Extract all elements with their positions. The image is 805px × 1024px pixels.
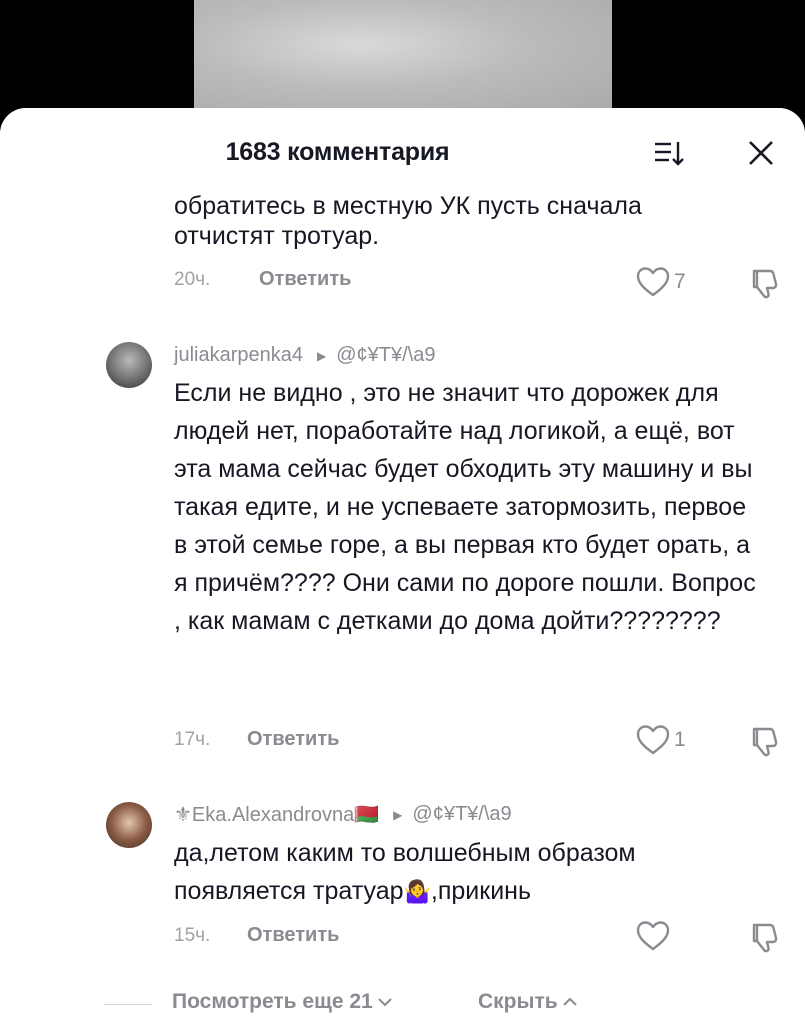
like-button[interactable]: 1 <box>636 724 686 756</box>
sort-icon[interactable] <box>652 136 686 170</box>
username[interactable]: juliakarpenka4 <box>174 344 303 367</box>
like-count: 1 <box>674 728 686 751</box>
comment-author-row: juliakarpenka4 ▶ @¢¥T¥/\a9 <box>174 344 435 367</box>
comment-text-line: да,летом каким то волшебным образом <box>174 839 636 867</box>
avatar[interactable] <box>106 342 152 388</box>
avatar[interactable] <box>106 802 152 848</box>
comment-time: 17ч. <box>174 728 211 750</box>
chevron-up-icon <box>562 997 577 1006</box>
comment-text: отчистят тротуар. <box>174 222 380 250</box>
reply-button[interactable]: Ответить <box>247 924 339 947</box>
comment-time: 15ч. <box>174 924 211 946</box>
heart-icon <box>636 921 670 951</box>
dislike-icon[interactable] <box>748 266 782 300</box>
heart-icon <box>636 725 670 755</box>
shrug-emoji: 🤷‍♀️ <box>403 879 431 904</box>
comment-time: 20ч. <box>174 268 211 290</box>
view-more-label: Посмотреть еще 21 <box>172 990 373 1013</box>
reply-to-username[interactable]: @¢¥T¥/\a9 <box>412 803 511 826</box>
comment-text-part: ,прикинь <box>430 877 532 905</box>
dislike-icon[interactable] <box>748 724 782 758</box>
dislike-icon[interactable] <box>748 920 782 954</box>
comment-meta: 15ч. Ответить <box>174 924 339 947</box>
hide-label: Скрыть <box>478 990 558 1013</box>
heart-icon <box>636 267 670 297</box>
comments-header: 1683 комментария <box>0 108 805 184</box>
reply-arrow-icon: ▶ <box>393 807 403 822</box>
username[interactable]: ⚜Eka.Alexandrovna🇧🇾 <box>174 802 379 827</box>
like-button[interactable]: 7 <box>636 266 686 298</box>
reply-arrow-icon: ▶ <box>316 348 327 363</box>
reply-button[interactable]: Ответить <box>247 728 339 751</box>
comment-text-part: появляется тратуар <box>174 877 404 905</box>
comment-meta: 17ч. Ответить <box>174 728 339 751</box>
comment-meta: 20ч. Ответить <box>174 268 351 291</box>
comment-text: да,летом каким то волшебным образом появ… <box>174 834 774 911</box>
comment-author-row: ⚜Eka.Alexandrovna🇧🇾 ▶ @¢¥T¥/\a9 <box>174 802 512 827</box>
replies-footer: Посмотреть еще 21 Скрыть <box>0 988 805 1024</box>
like-button[interactable] <box>636 920 674 952</box>
close-icon[interactable] <box>744 136 778 170</box>
divider <box>104 1004 152 1005</box>
view-more-replies-button[interactable]: Посмотреть еще 21 <box>172 990 393 1014</box>
comments-sheet: обратитесь в местную УК пусть сначала от… <box>0 108 805 1024</box>
reply-button[interactable]: Ответить <box>259 268 351 291</box>
reply-to-username[interactable]: @¢¥T¥/\a9 <box>336 344 435 367</box>
chevron-down-icon <box>377 998 392 1007</box>
comment-text-line: появляется тратуар🤷‍♀️,прикинь <box>174 872 774 911</box>
hide-replies-button[interactable]: Скрыть <box>478 990 578 1014</box>
like-count: 7 <box>674 270 686 293</box>
video-preview[interactable] <box>194 0 612 112</box>
comment-text: Если не видно , это не значит что дороже… <box>174 379 756 635</box>
